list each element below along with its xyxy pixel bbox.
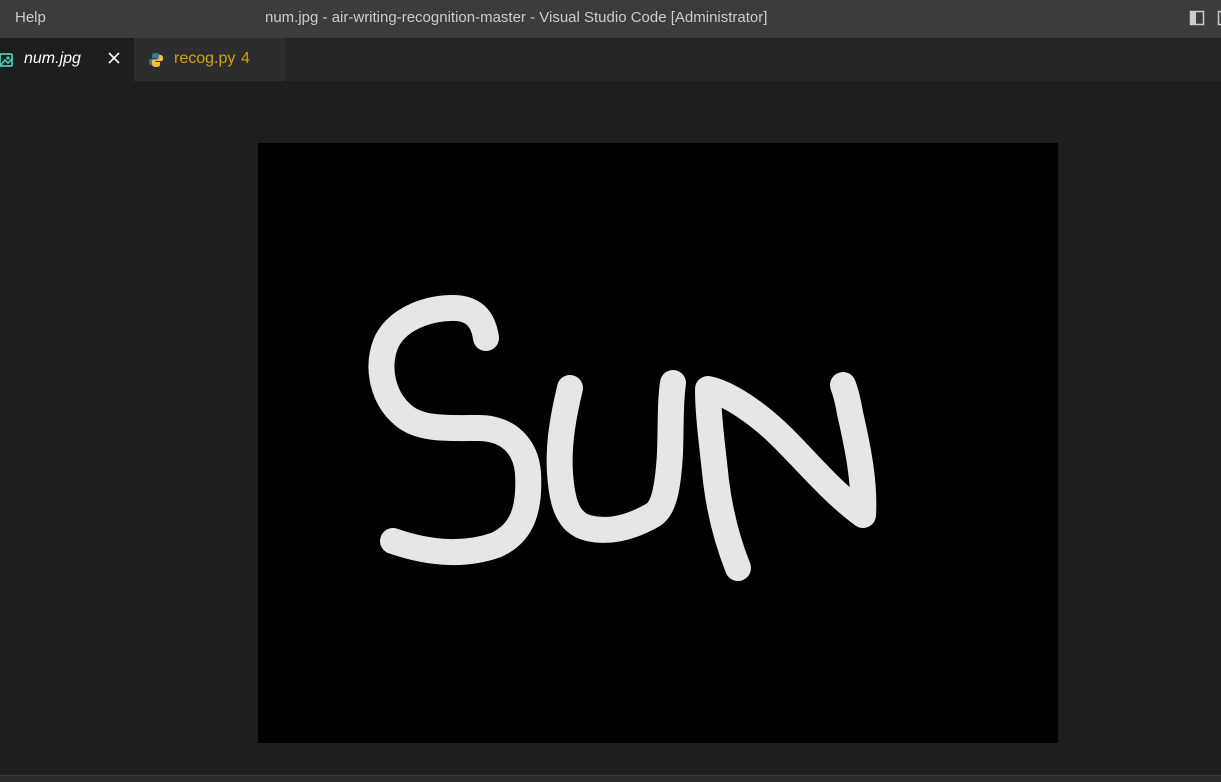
menu-help[interactable]: Help (15, 9, 46, 26)
tab-label: recog.py (174, 50, 235, 68)
close-icon[interactable] (106, 50, 122, 66)
tab-recog-py[interactable]: recog.py 4 (134, 38, 285, 81)
editor-tab-bar: num.jpg recog.py 4 (0, 38, 1221, 81)
tab-label: num.jpg (24, 50, 81, 68)
title-bar: Help num.jpg - air-writing-recognition-m… (0, 0, 1221, 38)
window-title: num.jpg - air-writing-recognition-master… (265, 9, 767, 26)
toggle-panel-icon[interactable] (1213, 10, 1221, 26)
image-preview (258, 143, 1058, 743)
image-file-icon (0, 52, 16, 68)
toggle-sidebar-icon[interactable] (1189, 10, 1205, 26)
handwritten-sun-drawing (258, 143, 1058, 743)
tab-num-jpg[interactable]: num.jpg (0, 38, 134, 81)
python-file-icon (148, 52, 164, 68)
problem-count-badge: 4 (241, 50, 250, 68)
image-preview-editor (0, 81, 1221, 775)
